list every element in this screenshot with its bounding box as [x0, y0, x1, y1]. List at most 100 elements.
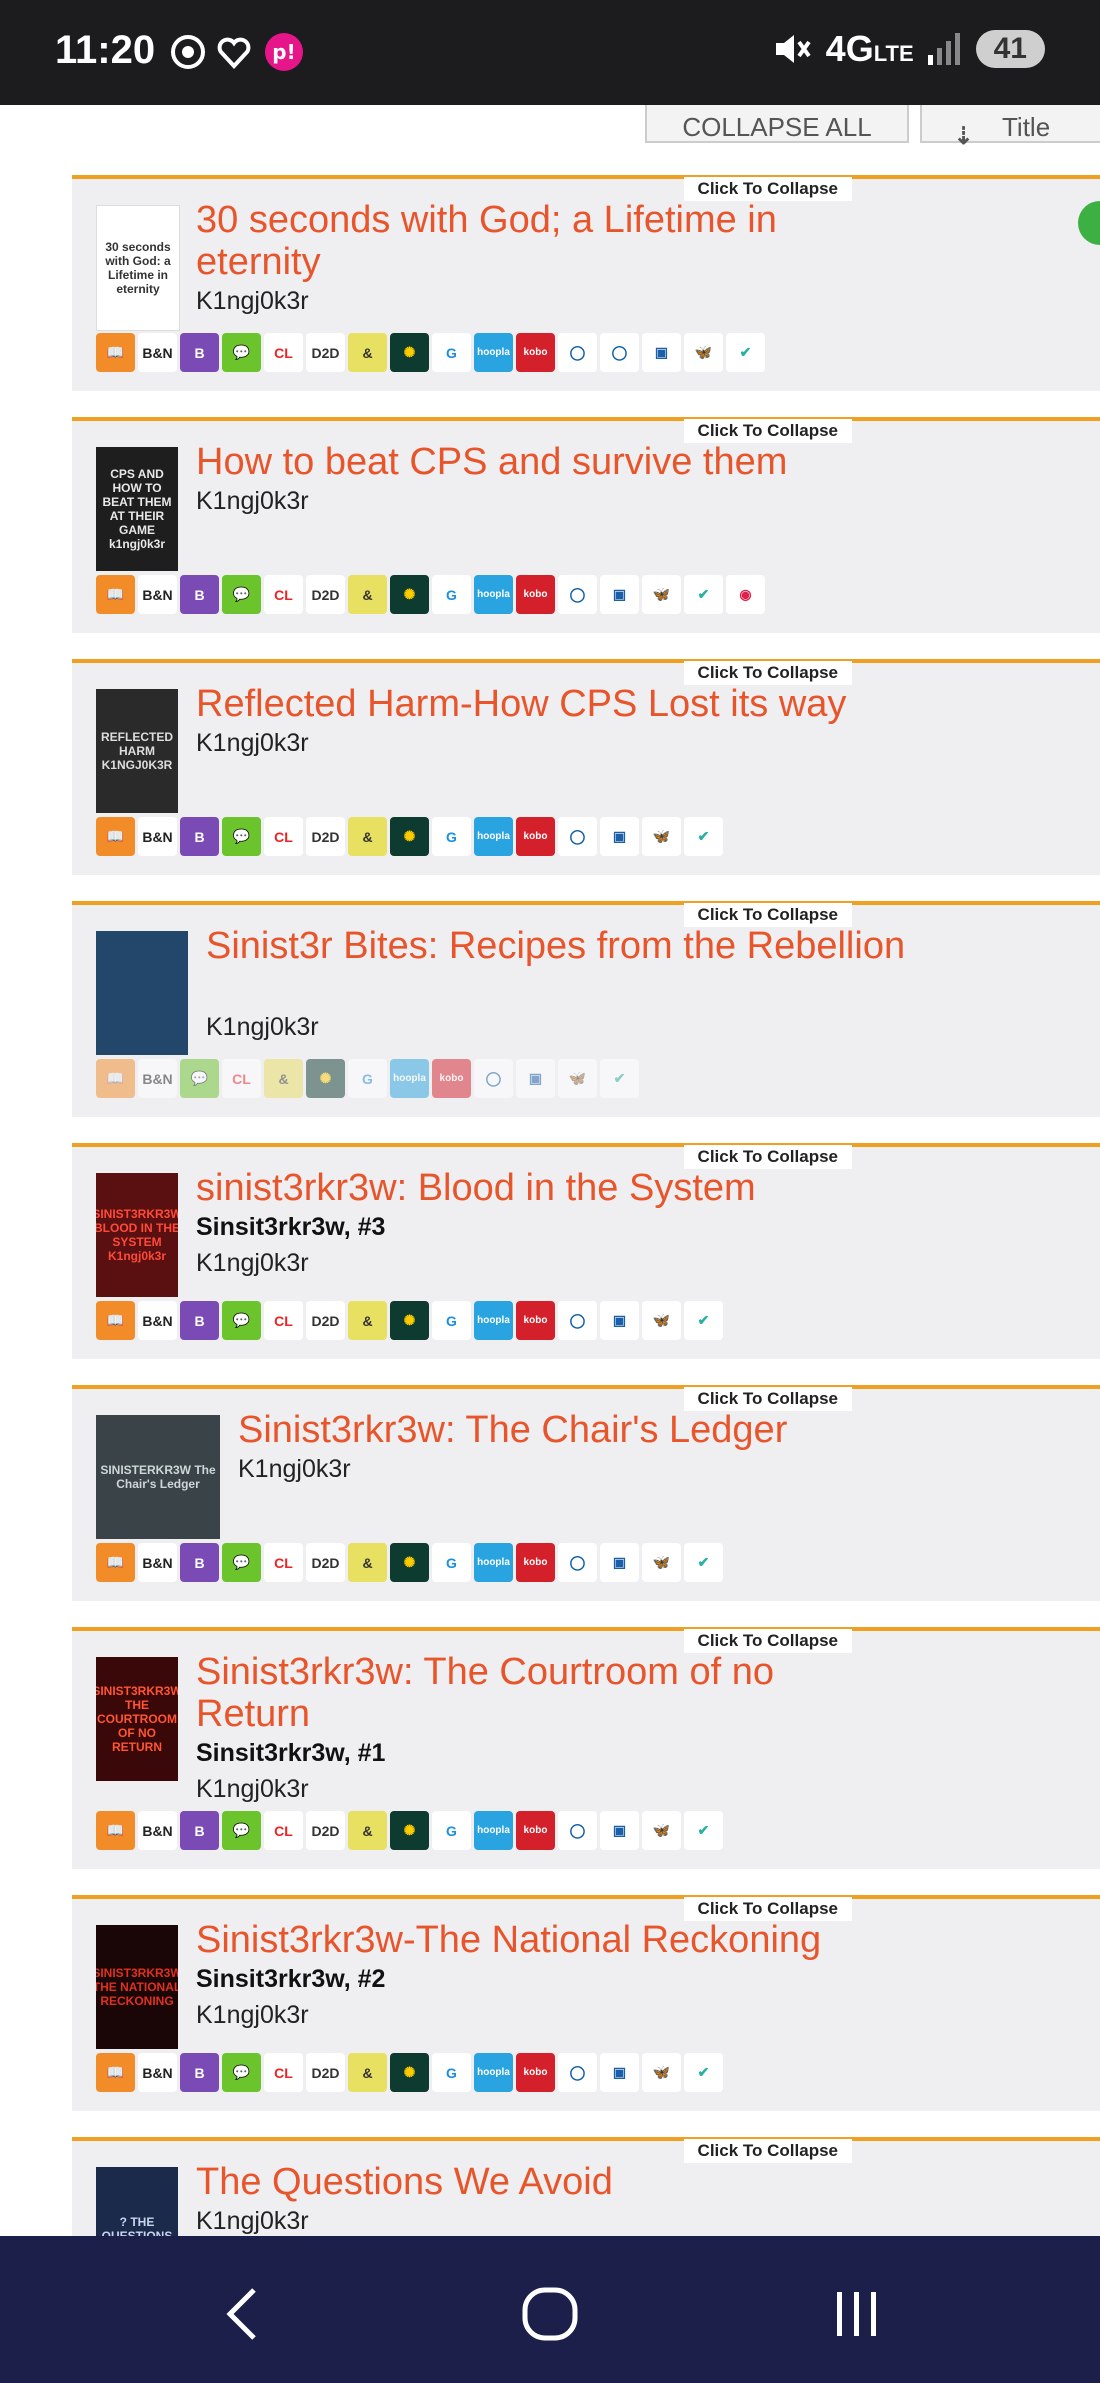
barnes-noble-icon[interactable]: B&N: [138, 1543, 177, 1582]
checkmark-icon[interactable]: ✔: [684, 1811, 723, 1850]
d2d-print-icon[interactable]: D2D: [306, 2053, 345, 2092]
reader-icon[interactable]: ▣: [600, 1543, 639, 1582]
google-play-icon[interactable]: G: [432, 817, 471, 856]
book-title-link[interactable]: Sinist3rkr3w: The Chair's Ledger: [238, 1409, 938, 1451]
checkmark-icon[interactable]: ✔: [684, 1301, 723, 1340]
collapse-toggle[interactable]: Click To Collapse: [683, 2139, 852, 2163]
peacock-icon[interactable]: ✺: [390, 2053, 429, 2092]
apple-books-icon[interactable]: 📖: [96, 817, 135, 856]
barnes-noble-icon[interactable]: B&N: [138, 333, 177, 372]
kobo-icon[interactable]: kobo: [516, 575, 555, 614]
peacock-icon[interactable]: ✺: [390, 575, 429, 614]
book-title-link[interactable]: The Questions We Avoid: [196, 2161, 896, 2203]
book-title-link[interactable]: sinist3rkr3w: Blood in the System: [196, 1167, 896, 1209]
book-title-link[interactable]: Sinist3rkr3w: The Courtroom of no Return: [196, 1651, 896, 1735]
kobo-icon[interactable]: kobo: [516, 333, 555, 372]
hoopla-icon[interactable]: hoopla: [474, 333, 513, 372]
google-play-icon[interactable]: G: [432, 1543, 471, 1582]
reader-icon[interactable]: ▣: [642, 333, 681, 372]
barnes-noble-icon[interactable]: B&N: [138, 817, 177, 856]
overdrive-icon[interactable]: ◯: [558, 817, 597, 856]
cl-icon[interactable]: CL: [264, 1543, 303, 1582]
apple-books-icon[interactable]: 📖: [96, 1059, 135, 1098]
google-play-icon[interactable]: G: [432, 1301, 471, 1340]
cl-icon[interactable]: CL: [222, 1059, 261, 1098]
ampersand-icon[interactable]: &: [348, 333, 387, 372]
book-cover[interactable]: [96, 931, 188, 1055]
bluesky-icon[interactable]: 🦋: [558, 1059, 597, 1098]
overdrive-icon[interactable]: ◯: [474, 1059, 513, 1098]
checkmark-icon[interactable]: ✔: [684, 575, 723, 614]
chat-icon[interactable]: 💬: [222, 817, 261, 856]
book-cover[interactable]: SINIST3RKR3W BLOOD IN THE SYSTEM K1ngj0k…: [96, 1173, 178, 1297]
collapse-toggle[interactable]: Click To Collapse: [683, 177, 852, 201]
collapse-toggle[interactable]: Click To Collapse: [683, 1629, 852, 1653]
checkmark-icon[interactable]: ✔: [726, 333, 765, 372]
cl-icon[interactable]: CL: [264, 333, 303, 372]
chat-icon[interactable]: 💬: [222, 575, 261, 614]
d2d-print-icon[interactable]: D2D: [306, 1301, 345, 1340]
ampersand-icon[interactable]: &: [348, 1301, 387, 1340]
checkmark-icon[interactable]: ✔: [684, 817, 723, 856]
book-cover[interactable]: REFLECTED HARM K1NGJ0K3R: [96, 689, 178, 813]
bluesky-icon[interactable]: 🦋: [642, 1301, 681, 1340]
d2d-print-icon[interactable]: D2D: [306, 1811, 345, 1850]
reader-icon[interactable]: ▣: [516, 1059, 555, 1098]
book-cover[interactable]: 30 seconds with God: a Lifetime in etern…: [96, 205, 180, 331]
kobo-icon[interactable]: kobo: [516, 817, 555, 856]
barnes-noble-icon[interactable]: B&N: [138, 1059, 177, 1098]
peacock-icon[interactable]: ✺: [390, 817, 429, 856]
book-cover[interactable]: SINIST3RKR3W THE COURTROOM OF NO RETURN: [96, 1657, 178, 1781]
hoopla-icon[interactable]: hoopla: [474, 817, 513, 856]
checkmark-icon[interactable]: ✔: [684, 1543, 723, 1582]
hoopla-icon[interactable]: hoopla: [474, 1543, 513, 1582]
overdrive-icon[interactable]: ◯: [600, 333, 639, 372]
book-title-link[interactable]: How to beat CPS and survive them: [196, 441, 896, 483]
peacock-icon[interactable]: ✺: [390, 1811, 429, 1850]
d2d-print-icon[interactable]: D2D: [306, 575, 345, 614]
collapse-toggle[interactable]: Click To Collapse: [683, 1897, 852, 1921]
hoopla-icon[interactable]: hoopla: [474, 1301, 513, 1340]
collapse-toggle[interactable]: Click To Collapse: [683, 903, 852, 927]
chat-icon[interactable]: 💬: [222, 333, 261, 372]
overdrive-icon[interactable]: ◯: [558, 1543, 597, 1582]
apple-books-icon[interactable]: 📖: [96, 575, 135, 614]
chat-icon[interactable]: 💬: [222, 1543, 261, 1582]
book-cover[interactable]: SINISTERKR3W The Chair's Ledger: [96, 1415, 220, 1539]
google-play-icon[interactable]: G: [432, 575, 471, 614]
d2d-print-icon[interactable]: D2D: [306, 1543, 345, 1582]
kobo-icon[interactable]: kobo: [516, 1301, 555, 1340]
apple-books-icon[interactable]: 📖: [96, 1811, 135, 1850]
book-cover[interactable]: CPS AND HOW TO BEAT THEM AT THEIR GAME k…: [96, 447, 178, 571]
reader-icon[interactable]: ▣: [600, 817, 639, 856]
ampersand-icon[interactable]: &: [348, 2053, 387, 2092]
ampersand-icon[interactable]: &: [348, 575, 387, 614]
chat-icon[interactable]: 💬: [180, 1059, 219, 1098]
barnes-noble-icon[interactable]: B&N: [138, 575, 177, 614]
barnes-noble-icon[interactable]: B&N: [138, 2053, 177, 2092]
book-title-link[interactable]: Reflected Harm-How CPS Lost its way: [196, 683, 896, 725]
chat-icon[interactable]: 💬: [222, 2053, 261, 2092]
book-cover[interactable]: SINIST3RKR3W THE NATIONAL RECKONING: [96, 1925, 178, 2049]
google-play-icon[interactable]: G: [432, 2053, 471, 2092]
barnes-noble-icon[interactable]: B&N: [138, 1811, 177, 1850]
bluesky-icon[interactable]: 🦋: [642, 2053, 681, 2092]
collapse-toggle[interactable]: Click To Collapse: [683, 1387, 852, 1411]
cl-icon[interactable]: CL: [264, 817, 303, 856]
overdrive-icon[interactable]: ◯: [558, 1301, 597, 1340]
google-play-icon[interactable]: G: [432, 333, 471, 372]
ampersand-icon[interactable]: &: [348, 817, 387, 856]
collapse-toggle[interactable]: Click To Collapse: [683, 1145, 852, 1169]
google-play-icon[interactable]: G: [348, 1059, 387, 1098]
peacock-icon[interactable]: ✺: [306, 1059, 345, 1098]
overdrive-icon[interactable]: ◯: [558, 1811, 597, 1850]
apple-books-icon[interactable]: 📖: [96, 2053, 135, 2092]
kobo-icon[interactable]: kobo: [516, 1543, 555, 1582]
peacock-icon[interactable]: ✺: [390, 333, 429, 372]
bluesky-icon[interactable]: 🦋: [642, 1543, 681, 1582]
checkmark-icon[interactable]: ✔: [684, 2053, 723, 2092]
d2d-audio-icon[interactable]: D2D: [306, 333, 345, 372]
overdrive-icon[interactable]: ◯: [558, 333, 597, 372]
b-store-icon[interactable]: B: [180, 1301, 219, 1340]
b-store-icon[interactable]: B: [180, 1543, 219, 1582]
